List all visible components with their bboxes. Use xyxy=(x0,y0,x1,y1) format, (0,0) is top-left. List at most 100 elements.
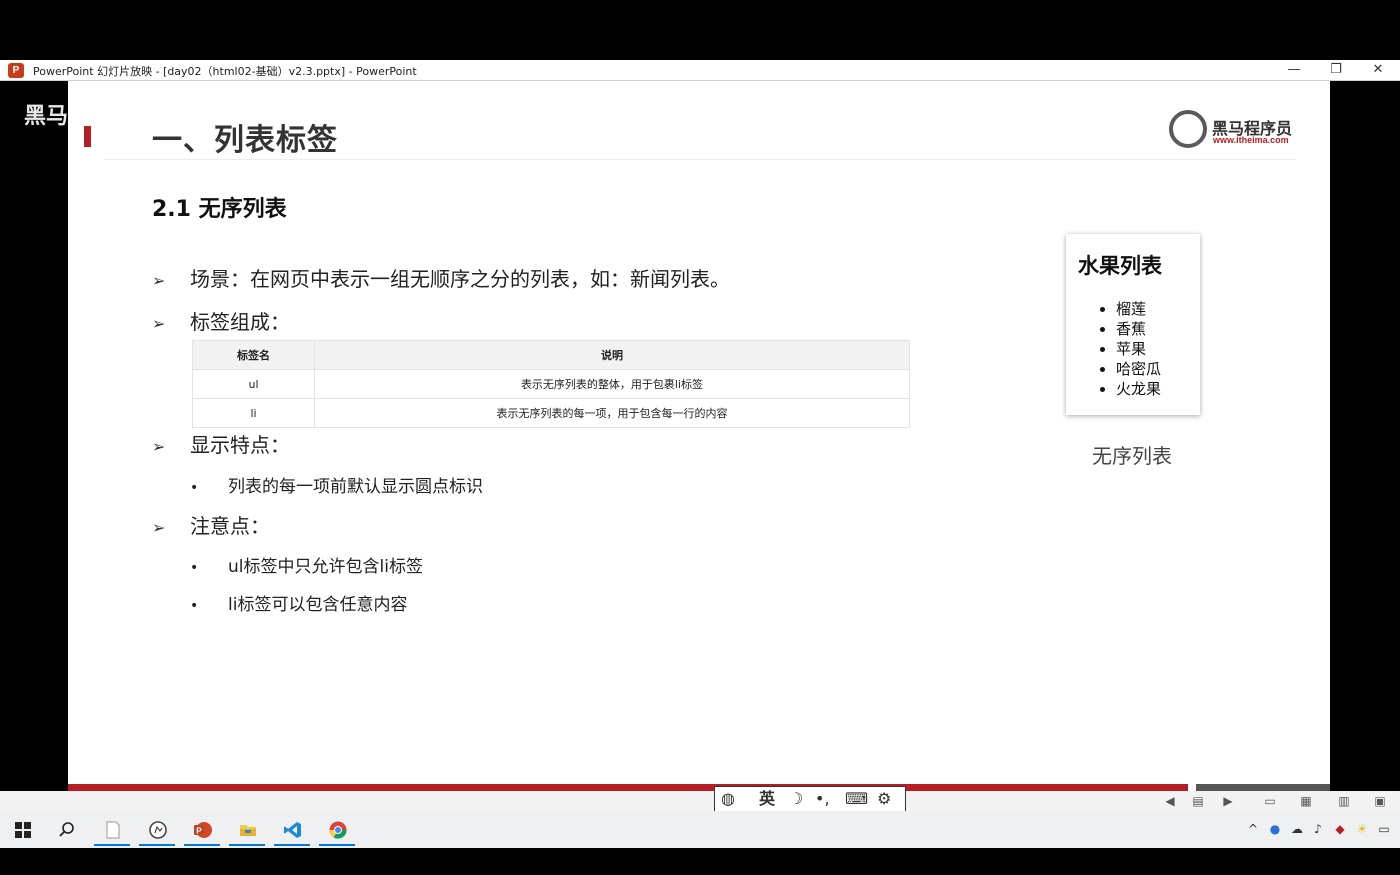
logo-url: www.itheima.com xyxy=(1213,135,1289,145)
sub-bullet-features: • 列表的每一项前默认显示圆点标识 xyxy=(190,472,483,497)
slideshow-icon[interactable]: ▣ xyxy=(1372,793,1388,809)
reading-view-icon[interactable]: ▥ xyxy=(1336,793,1352,809)
table-header-row: 标签名 说明 xyxy=(192,340,910,370)
sub-bullet-text: 列表的每一项前默认显示圆点标识 xyxy=(228,477,483,497)
list-item: 哈密瓜 xyxy=(1116,359,1161,379)
folder-icon xyxy=(240,825,256,836)
windows-logo-icon xyxy=(15,822,31,838)
dot-bullet-icon: • xyxy=(190,560,199,576)
document-icon xyxy=(106,821,120,839)
slide-title: 一、列表标签 xyxy=(152,123,338,158)
slideshow-statusbar: ◀ ▤ ▶ ▭ ▦ ▥ ▣ xyxy=(0,791,1400,811)
arrow-bullet-icon: ➢ xyxy=(152,518,166,537)
search-icon xyxy=(59,822,74,837)
normal-view-icon[interactable]: ▭ xyxy=(1262,793,1278,809)
example-title: 水果列表 xyxy=(1078,254,1162,278)
screen: P PowerPoint 幻灯片放映 - [day02（html02-基础）v2… xyxy=(0,0,1400,875)
taskbar-file-explorer[interactable] xyxy=(227,814,267,846)
taskbar-notepad[interactable] xyxy=(92,814,132,846)
taskbar-powerpoint[interactable]: P xyxy=(182,814,222,846)
restore-button[interactable]: ❐ xyxy=(1324,61,1348,79)
section-subtitle: 2.1 无序列表 xyxy=(152,197,287,222)
arrow-bullet-icon: ➢ xyxy=(152,271,166,290)
dot-bullet-icon: • xyxy=(190,480,199,496)
arrow-bullet-icon: ➢ xyxy=(152,314,166,333)
gear-icon[interactable]: ⚙ xyxy=(877,790,891,808)
moon-icon[interactable]: ☽ xyxy=(789,790,803,808)
slide-sorter-icon[interactable]: ▦ xyxy=(1298,793,1314,809)
window-title: PowerPoint 幻灯片放映 - [day02（html02-基础）v2.3… xyxy=(33,65,417,78)
table-row: li 表示无序列表的每一项，用于包含每一行的内容 xyxy=(192,398,910,428)
ime-logo-icon[interactable]: ◍ xyxy=(721,790,735,808)
windows-taskbar: P ^ ● ☁ ♪ ◆ ☀ ▭ xyxy=(0,811,1400,848)
list-item: 苹果 xyxy=(1116,339,1161,359)
next-slide-icon[interactable]: ▶ xyxy=(1220,793,1236,809)
active-indicator xyxy=(274,844,310,846)
vscode-icon xyxy=(284,822,301,838)
window-titlebar: P PowerPoint 幻灯片放映 - [day02（html02-基础）v2… xyxy=(0,60,1400,81)
logo-horse-icon xyxy=(1169,110,1207,148)
powerpoint-icon: P xyxy=(8,63,24,78)
chrome-icon xyxy=(329,821,347,839)
powerpoint-icon: P xyxy=(194,822,212,838)
sub-bullet-notes-1: • ul标签中只允许包含li标签 xyxy=(190,552,423,577)
bullet-text: 场景：在网页中表示一组无顺序之分的列表，如：新闻列表。 xyxy=(190,267,730,291)
tray-security-icon[interactable]: ◆ xyxy=(1332,821,1348,837)
sub-bullet-text: ul标签中只允许包含li标签 xyxy=(228,557,423,577)
recorder-icon xyxy=(149,821,167,839)
ime-language-toggle[interactable]: 英 xyxy=(759,790,775,808)
taskbar-recorder[interactable] xyxy=(137,814,177,846)
speaker-muted-icon[interactable]: ♪ xyxy=(1310,821,1326,837)
keyboard-icon[interactable]: ⌨ xyxy=(845,790,868,808)
ime-toolbar[interactable]: ◍ 英 ☽ •, ⌨ ⚙ xyxy=(714,786,906,812)
table-cell: 表示无序列表的整体，用于包裹li标签 xyxy=(314,369,910,399)
notes-icon[interactable]: ▤ xyxy=(1190,793,1206,809)
active-indicator xyxy=(94,844,130,846)
example-caption: 无序列表 xyxy=(1092,444,1172,468)
notification-icon[interactable]: ▭ xyxy=(1376,821,1392,837)
punctuation-icon[interactable]: •, xyxy=(815,790,830,808)
tray-weather-icon[interactable]: ☀ xyxy=(1354,821,1370,837)
table-cell: ul xyxy=(192,369,315,399)
tray-app-icon[interactable]: ● xyxy=(1267,821,1283,837)
dot-bullet-icon: • xyxy=(190,598,199,614)
minimize-button[interactable]: — xyxy=(1282,61,1306,79)
title-divider xyxy=(104,159,1296,160)
example-list: 榴莲 香蕉 苹果 哈密瓜 火龙果 xyxy=(1116,299,1161,399)
active-indicator xyxy=(139,844,175,846)
itheima-logo: 黑马程序员 www.itheima.com xyxy=(1169,108,1299,148)
bullet-text: 显示特点： xyxy=(190,433,290,457)
example-fruit-list: 水果列表 榴莲 香蕉 苹果 哈密瓜 火龙果 xyxy=(1066,234,1200,415)
bullet-text: 注意点： xyxy=(190,514,270,538)
svg-text:P: P xyxy=(196,826,202,835)
start-button[interactable] xyxy=(2,814,42,846)
table-row: ul 表示无序列表的整体，用于包裹li标签 xyxy=(192,369,910,399)
taskbar-chrome[interactable] xyxy=(317,814,357,846)
table-header: 标签名 xyxy=(192,340,315,370)
table-header: 说明 xyxy=(314,340,910,370)
taskbar-vscode[interactable] xyxy=(272,814,312,846)
bullet-features: ➢ 显示特点： xyxy=(152,429,290,458)
active-indicator xyxy=(184,844,220,846)
slide[interactable]: 一、列表标签 黑马程序员 www.itheima.com 2.1 无序列表 ➢ 场… xyxy=(68,81,1330,792)
previous-slide-icon[interactable]: ◀ xyxy=(1162,793,1178,809)
sub-bullet-notes-2: • li标签可以包含任意内容 xyxy=(190,590,407,615)
close-button[interactable]: ✕ xyxy=(1366,61,1390,79)
cloud-icon[interactable]: ☁ xyxy=(1289,821,1305,837)
chevron-up-icon[interactable]: ^ xyxy=(1245,821,1261,837)
table-cell: 表示无序列表的每一项，用于包含每一行的内容 xyxy=(314,398,910,428)
arrow-bullet-icon: ➢ xyxy=(152,437,166,456)
search-button[interactable] xyxy=(46,814,86,846)
tag-table: 标签名 说明 ul 表示无序列表的整体，用于包裹li标签 li 表示无序列表的每… xyxy=(192,340,910,428)
bullet-scene: ➢ 场景：在网页中表示一组无顺序之分的列表，如：新闻列表。 xyxy=(152,263,730,292)
slide-progress-bar xyxy=(68,784,1188,791)
title-accent-bar xyxy=(84,126,91,147)
watermark: 黑马 xyxy=(24,104,69,129)
active-indicator xyxy=(229,844,265,846)
sub-bullet-text: li标签可以包含任意内容 xyxy=(228,595,408,615)
bullet-text: 标签组成： xyxy=(190,310,290,334)
bullet-notes: ➢ 注意点： xyxy=(152,510,270,539)
active-indicator xyxy=(319,844,355,846)
slide-progress-remainder xyxy=(1196,784,1330,791)
table-cell: li xyxy=(192,398,315,428)
